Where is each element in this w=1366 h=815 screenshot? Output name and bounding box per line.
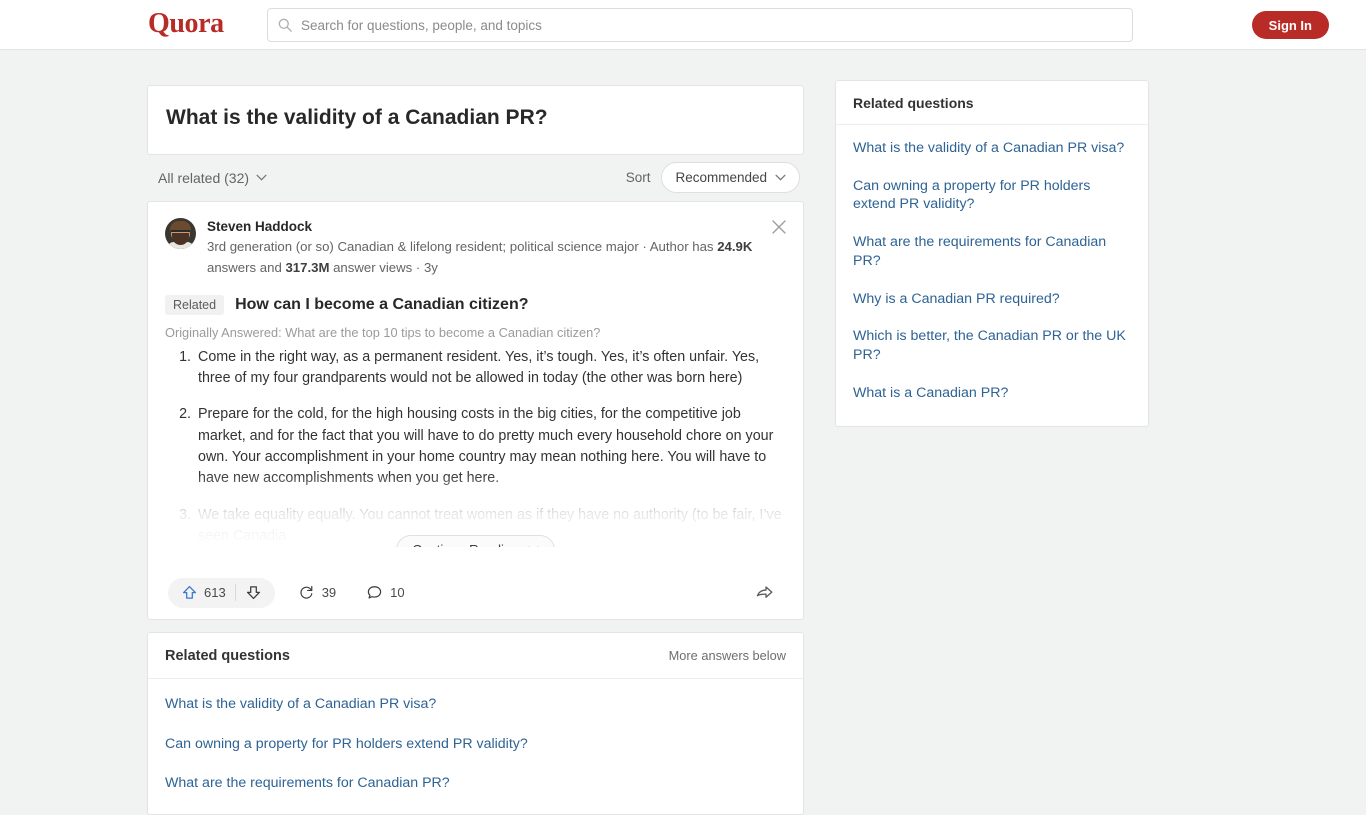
question-card: What is the validity of a Canadian PR? [147,85,804,155]
related-question-link[interactable]: What are the requirements for Canadian P… [165,764,786,804]
more-answers-below-link[interactable]: More answers below [669,648,786,663]
answers-count: 24.9K [717,239,753,255]
avatar[interactable] [165,217,196,249]
related-question-link[interactable]: What are the requirements for Canadian P… [853,224,1131,280]
related-questions-side-header: Related questions [836,81,1148,125]
credential-suffix: answer views · 3y [329,259,438,275]
answer-action-bar: 613 39 10 [165,567,786,619]
related-question-link[interactable]: What is the validity of a Canadian PR vi… [165,685,786,725]
sort-controls: Sort Recommended [625,162,800,194]
related-questions-main-list: What is the validity of a Canadian PR vi… [148,679,803,814]
continue-reading-button[interactable]: Continue Reading [396,534,555,547]
vote-pill: 613 [168,577,275,608]
related-questions-main-header: Related questions More answers below [148,633,803,679]
continue-reading-label: Continue Reading [412,542,518,547]
chevron-down-icon [528,546,539,547]
related-question-link[interactable]: Can owning a property for PR holders ext… [853,168,1131,224]
answer-question-link[interactable]: How can I become a Canadian citizen? [235,296,528,314]
repost-button[interactable]: 39 [291,578,343,608]
credential-prefix: 3rd generation (or so) Canadian & lifelo… [207,239,718,255]
originally-answered-text: Originally Answered: What are the top 10… [165,324,601,340]
main-column: What is the validity of a Canadian PR? A… [147,85,804,815]
repost-count: 39 [321,585,337,601]
credential-middle: answers and [207,259,286,275]
related-questions-title: Related questions [165,647,290,664]
related-questions-side-card: Related questions What is the validity o… [835,80,1149,427]
all-related-dropdown[interactable]: All related (32) [158,170,267,186]
search-bar[interactable] [267,8,1133,42]
sidebar: Related questions What is the validity o… [835,80,1149,427]
downvote-icon [246,586,260,600]
page-title: What is the validity of a Canadian PR? [166,106,548,129]
all-related-label: All related (32) [158,169,250,186]
share-icon [756,586,773,599]
search-icon [278,18,292,32]
list-item: Prepare for the cold, for the high housi… [195,404,786,489]
chevron-down-icon [775,175,786,181]
related-question-line: Related How can I become a Canadian citi… [165,294,786,315]
sort-label: Sort [625,170,651,186]
related-question-link[interactable]: Why is a Canadian PR required? [853,281,1131,319]
close-icon[interactable] [769,217,789,237]
related-question-link[interactable]: What is the validity of a Canadian PR vi… [853,130,1131,168]
author-credential: 3rd generation (or so) Canadian & lifelo… [207,237,786,279]
sort-dropdown[interactable]: Recommended [661,162,800,194]
repost-icon [300,586,313,599]
answer-body: Come in the right way, as a permanent re… [165,347,786,547]
quora-logo[interactable]: Quora [148,8,224,40]
related-question-link[interactable]: Which is better, the Canadian PR or the … [853,318,1131,374]
related-question-link[interactable]: Can owning a property for PR holders ext… [165,725,786,765]
answer-header: Steven Haddock 3rd generation (or so) Ca… [165,217,786,279]
related-questions-title: Related questions [853,95,974,111]
comment-count: 10 [390,585,405,601]
comment-icon [367,586,382,599]
upvote-button[interactable]: 613 [172,578,235,608]
search-input[interactable] [301,17,1122,33]
continue-reading-wrap: Continue Reading [165,534,786,547]
related-badge: Related [165,294,225,315]
author-name[interactable]: Steven Haddock [207,218,786,236]
related-questions-side-list: What is the validity of a Canadian PR vi… [836,125,1148,426]
sort-value: Recommended [675,170,767,186]
sign-in-button[interactable]: Sign In [1251,11,1329,39]
downvote-button[interactable] [236,578,271,608]
comment-button[interactable]: 10 [359,578,411,608]
chevron-down-icon [256,175,267,181]
views-count: 317.3M [285,259,330,275]
share-button[interactable] [748,578,783,608]
related-questions-main-card: Related questions More answers below Wha… [147,631,804,815]
list-item: Come in the right way, as a permanent re… [195,347,786,390]
upvote-count: 613 [204,585,226,601]
upvote-icon [182,586,197,600]
filter-row: All related (32) Sort Recommended [147,155,804,201]
related-question-link[interactable]: What is a Canadian PR? [853,375,1131,413]
site-header: Quora Sign In [0,0,1366,50]
answer-card: Steven Haddock 3rd generation (or so) Ca… [147,200,804,620]
answer-points-list: Come in the right way, as a permanent re… [165,347,786,547]
